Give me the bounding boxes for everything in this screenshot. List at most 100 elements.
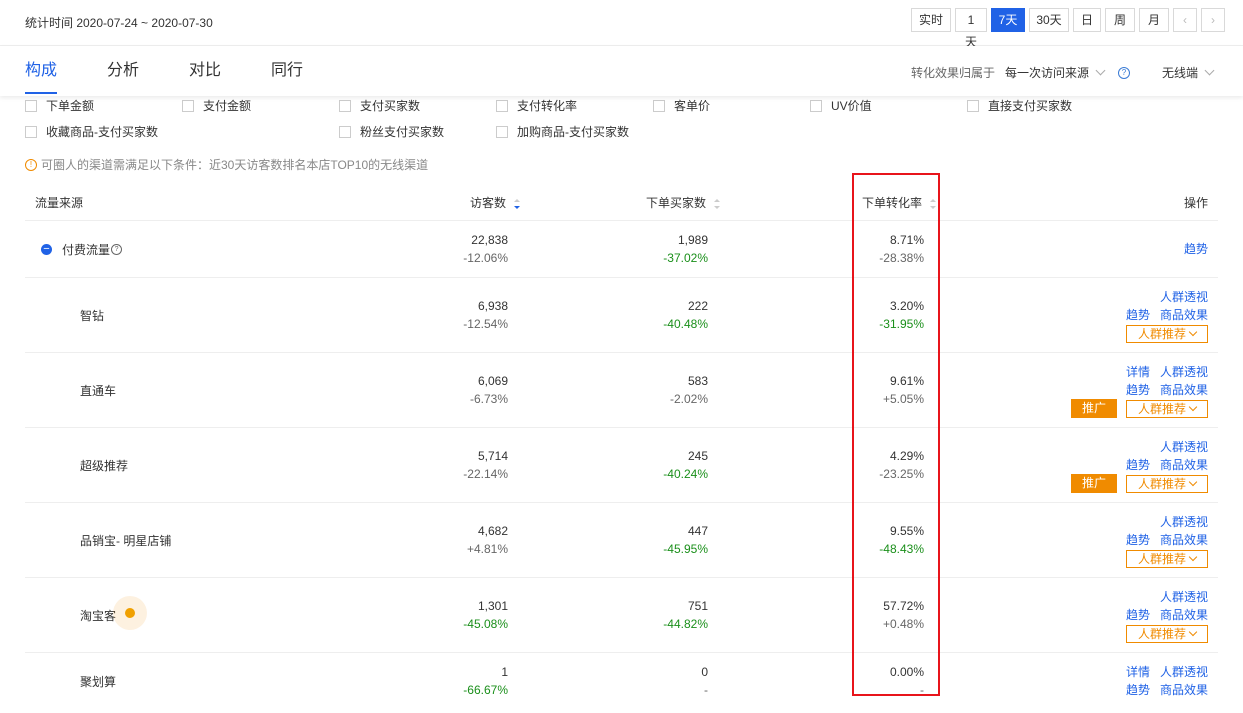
sort-icon[interactable] bbox=[714, 199, 721, 209]
trend-link[interactable]: 趋势 bbox=[1126, 308, 1150, 322]
metric-checkbox[interactable]: 支付买家数 bbox=[339, 97, 420, 114]
metric-checkbox[interactable]: 支付金额 bbox=[182, 97, 251, 114]
device-select[interactable]: 无线端 bbox=[1162, 64, 1215, 81]
change: -40.24% bbox=[663, 467, 708, 481]
promote-button[interactable]: 推广 bbox=[1071, 474, 1117, 493]
help-icon[interactable]: ? bbox=[111, 244, 123, 255]
ops-cell: 人群透视 趋势 商品效果 人群推荐 bbox=[1116, 513, 1208, 568]
trend-link[interactable]: 趋势 bbox=[1126, 383, 1150, 397]
table-row: 品销宝- 明星店铺 4,682 +4.81% 447 -45.95% 9.55% -4… bbox=[25, 503, 1218, 578]
metric-label: 下单金额 bbox=[46, 99, 95, 113]
rate-cell: 3.20% -31.95% bbox=[774, 297, 924, 333]
period-1day-button[interactable]: 1天 bbox=[955, 8, 987, 49]
col-order-rate[interactable]: 下单转化率 bbox=[862, 194, 937, 211]
checkbox-box[interactable] bbox=[810, 99, 822, 112]
change: -28.38% bbox=[879, 251, 924, 265]
crowd-recommend-button[interactable]: 人群推荐 bbox=[1126, 325, 1208, 343]
metric-checkbox[interactable]: 粉丝支付买家数 bbox=[339, 123, 444, 140]
change: -37.02% bbox=[663, 251, 708, 265]
product-effect-link[interactable]: 商品效果 bbox=[1160, 308, 1208, 322]
period-week-button[interactable]: 周 bbox=[1105, 8, 1135, 32]
crowd-view-link[interactable]: 人群透视 bbox=[1160, 290, 1208, 304]
sort-icon[interactable] bbox=[514, 199, 521, 209]
checkbox-box[interactable] bbox=[25, 99, 37, 112]
product-effect-link[interactable]: 商品效果 bbox=[1160, 458, 1208, 472]
buyers-cell: 245 -40.24% bbox=[558, 447, 708, 483]
crowd-recommend-button[interactable]: 人群推荐 bbox=[1126, 550, 1208, 568]
prev-period-button[interactable]: ‹ bbox=[1173, 8, 1197, 32]
crowd-recommend-button[interactable]: 人群推荐 bbox=[1126, 400, 1208, 418]
trend-link[interactable]: 趋势 bbox=[1126, 608, 1150, 622]
checkbox-box[interactable] bbox=[967, 99, 979, 112]
promote-button[interactable]: 推广 bbox=[1071, 399, 1117, 418]
period-realtime-button[interactable]: 实时 bbox=[911, 8, 951, 32]
metric-label: 客单价 bbox=[674, 99, 711, 113]
period-7day-button[interactable]: 7天 bbox=[991, 8, 1025, 32]
crowd-view-link[interactable]: 人群透视 bbox=[1160, 365, 1208, 379]
value: 6,069 bbox=[477, 374, 508, 388]
col-visitors[interactable]: 访客数 bbox=[470, 194, 521, 211]
table-row: 直通车 6,069 -6.73% 583 -2.02% 9.61% +5.05% 推广… bbox=[25, 353, 1218, 428]
product-effect-link[interactable]: 商品效果 bbox=[1160, 608, 1208, 622]
metric-checkbox[interactable]: 客单价 bbox=[653, 97, 710, 114]
checkbox-box[interactable] bbox=[496, 125, 508, 138]
crowd-recommend-label: 人群推荐 bbox=[1137, 477, 1186, 491]
rate-cell: 8.71% -28.38% bbox=[774, 231, 924, 267]
checkbox-box[interactable] bbox=[339, 99, 351, 112]
trend-link[interactable]: 趋势 bbox=[1126, 683, 1150, 697]
crowd-view-link[interactable]: 人群透视 bbox=[1160, 515, 1208, 529]
table-row: 聚划算 1 -66.67% 0- 0.00% - 详情 人群透视 趋势 商品效果 bbox=[25, 653, 1218, 713]
next-period-button[interactable]: › bbox=[1201, 8, 1225, 32]
crowd-recommend-label: 人群推荐 bbox=[1137, 552, 1186, 566]
rate-cell: 9.55% -48.43% bbox=[774, 522, 924, 558]
checkbox-box[interactable] bbox=[653, 99, 665, 112]
buyers-cell: 222 -40.48% bbox=[558, 297, 708, 333]
collapse-icon[interactable]: − bbox=[41, 244, 52, 255]
tab-analysis[interactable]: 分析 bbox=[107, 46, 139, 96]
period-30day-button[interactable]: 30天 bbox=[1029, 8, 1069, 32]
product-effect-link[interactable]: 商品效果 bbox=[1160, 683, 1208, 697]
col-order-buyers[interactable]: 下单买家数 bbox=[646, 194, 721, 211]
period-day-button[interactable]: 日 bbox=[1073, 8, 1101, 32]
tab-compare[interactable]: 对比 bbox=[189, 46, 221, 96]
ops-cell: 人群透视 趋势 商品效果 人群推荐 bbox=[1116, 438, 1208, 493]
detail-link[interactable]: 详情 bbox=[1126, 365, 1150, 379]
tab-peers[interactable]: 同行 bbox=[271, 46, 303, 96]
col-order-rate-label: 下单转化率 bbox=[862, 196, 923, 210]
trend-link[interactable]: 趋势 bbox=[1184, 242, 1208, 256]
product-effect-link[interactable]: 商品效果 bbox=[1160, 383, 1208, 397]
metric-checkbox[interactable]: 支付转化率 bbox=[496, 97, 577, 114]
col-ops: 操作 bbox=[1183, 196, 1208, 210]
help-icon[interactable]: ? bbox=[1117, 66, 1130, 79]
sort-icon[interactable] bbox=[930, 199, 937, 209]
ops-cell: 详情 人群透视 趋势 商品效果 bbox=[1116, 663, 1208, 699]
metric-checkbox[interactable]: 直接支付买家数 bbox=[967, 97, 1072, 114]
crowd-recommend-button[interactable]: 人群推荐 bbox=[1126, 475, 1208, 493]
trend-link[interactable]: 趋势 bbox=[1126, 458, 1150, 472]
metric-checkbox[interactable]: 加购商品-支付买家数 bbox=[496, 123, 629, 140]
value: 3.20% bbox=[889, 299, 924, 313]
checkbox-box[interactable] bbox=[339, 125, 351, 138]
chevron-down-icon bbox=[1188, 552, 1198, 562]
period-month-button[interactable]: 月 bbox=[1139, 8, 1169, 32]
product-effect-link[interactable]: 商品效果 bbox=[1160, 533, 1208, 547]
metric-checkbox[interactable]: 下单金额 bbox=[25, 97, 94, 114]
checkbox-box[interactable] bbox=[182, 99, 194, 112]
attribution-select[interactable]: 每一次访问来源 bbox=[1005, 64, 1106, 81]
checkbox-box[interactable] bbox=[25, 125, 37, 138]
crowd-view-link[interactable]: 人群透视 bbox=[1160, 665, 1208, 679]
table-row-parent: − 付费流量 ? 22,838 -12.06% 1,989 -37.02% 8.71… bbox=[25, 221, 1218, 278]
visitors-cell: 22,838 -12.06% bbox=[358, 231, 508, 267]
metric-checkbox[interactable]: 收藏商品-支付买家数 bbox=[25, 123, 158, 140]
tab-composition[interactable]: 构成 bbox=[25, 46, 58, 96]
crowd-recommend-button[interactable]: 人群推荐 bbox=[1126, 625, 1208, 643]
source-name: 品销宝- 明星店铺 bbox=[80, 534, 172, 548]
trend-link[interactable]: 趋势 bbox=[1126, 533, 1150, 547]
value: 9.55% bbox=[889, 524, 924, 538]
top-bar: 统计时间 2020-07-24 ~ 2020-07-30 实时 1天 7天 30… bbox=[0, 0, 1243, 49]
crowd-view-link[interactable]: 人群透视 bbox=[1160, 590, 1208, 604]
metric-checkbox[interactable]: UV价值 bbox=[810, 97, 872, 114]
checkbox-box[interactable] bbox=[496, 99, 508, 112]
crowd-view-link[interactable]: 人群透视 bbox=[1160, 440, 1208, 454]
detail-link[interactable]: 详情 bbox=[1126, 665, 1150, 679]
